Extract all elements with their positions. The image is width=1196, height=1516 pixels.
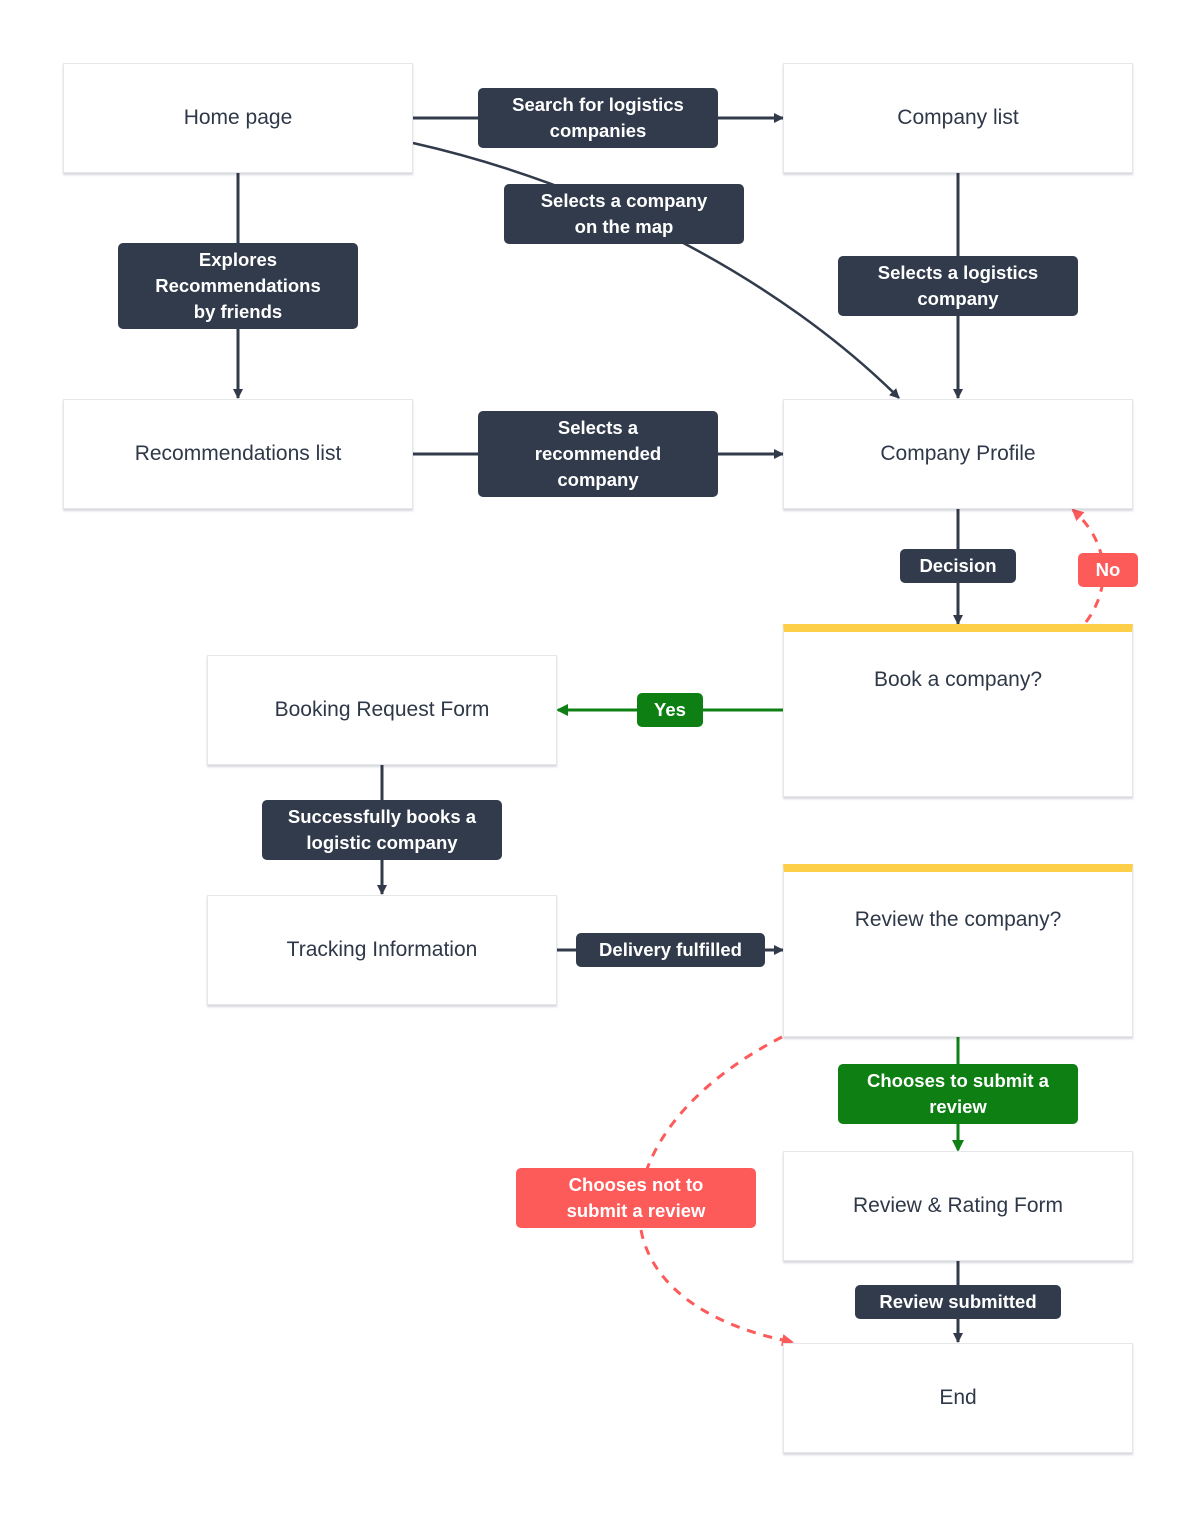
node-label: Home page	[183, 106, 293, 129]
node-label: Review the company?	[854, 908, 1062, 931]
edge-label-chooses-not-submit: Chooses not to submit a review	[516, 1168, 756, 1228]
edge-label-selects-logistics-company: Selects a logistics company	[838, 256, 1078, 316]
node-review-rating-form[interactable]: Review & Rating Form	[783, 1151, 1133, 1261]
edge-label-yes: Yes	[637, 693, 703, 727]
node-label: Tracking Information	[286, 938, 478, 961]
node-tracking-information[interactable]: Tracking Information	[207, 895, 557, 1005]
edge-home-to-company-profile	[412, 141, 900, 399]
node-company-profile[interactable]: Company Profile	[783, 399, 1133, 509]
node-label: Company Profile	[880, 442, 1036, 465]
decision-book-company[interactable]: Book a company?	[783, 624, 1133, 797]
node-label: End	[939, 1386, 977, 1409]
edge-label-explores-recommendations: Explores Recommendations by friends	[118, 243, 358, 329]
node-end[interactable]: End	[783, 1343, 1133, 1453]
node-label: Book a company?	[873, 668, 1043, 691]
node-label: Review & Rating Form	[852, 1194, 1064, 1217]
edge-label-chooses-submit: Chooses to submit a review	[838, 1064, 1078, 1124]
edge-label-review-submitted: Review submitted	[855, 1285, 1061, 1319]
decision-review-company[interactable]: Review the company?	[783, 864, 1133, 1037]
edge-label-successfully-books: Successfully books a logistic company	[262, 800, 502, 860]
node-home-page[interactable]: Home page	[63, 63, 413, 173]
node-booking-request-form[interactable]: Booking Request Form	[207, 655, 557, 765]
edge-label-search-logistics: Search for logistics companies	[478, 88, 718, 148]
edge-label-selects-on-map: Selects a company on the map	[504, 184, 744, 244]
node-company-list[interactable]: Company list	[783, 63, 1133, 173]
node-label: Booking Request Form	[274, 698, 490, 721]
edge-label-delivery-fulfilled: Delivery fulfilled	[576, 933, 765, 967]
node-label: Recommendations list	[134, 442, 342, 465]
node-recommendations-list[interactable]: Recommendations list	[63, 399, 413, 509]
edge-label-selects-recommended: Selects a recommended company	[478, 411, 718, 497]
edge-label-no: No	[1078, 553, 1138, 587]
edge-label-decision: Decision	[900, 549, 1016, 583]
node-label: Company list	[897, 106, 1019, 129]
